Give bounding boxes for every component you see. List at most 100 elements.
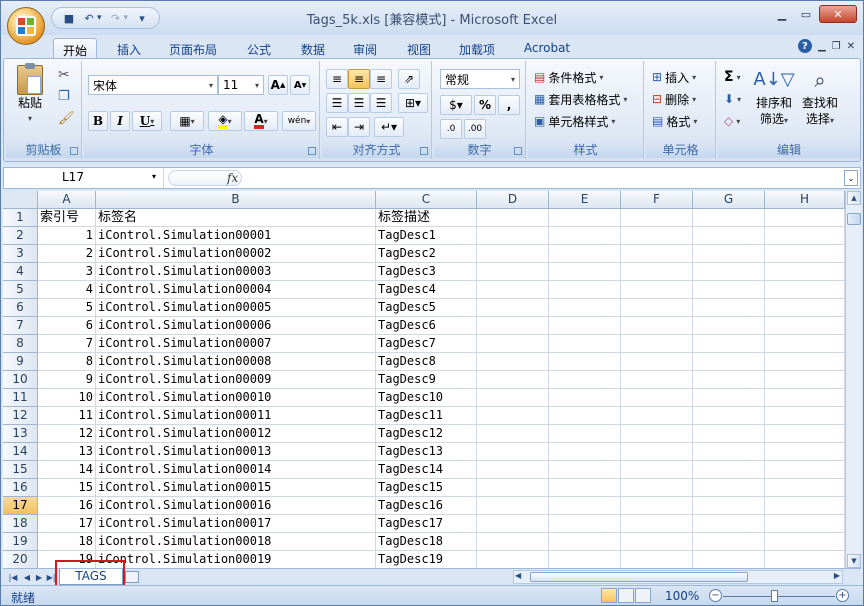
redo-dropdown-icon[interactable]: ▾ <box>124 13 129 23</box>
cell-b8[interactable]: iControl.Simulation00007 <box>96 335 376 353</box>
fill-button[interactable]: ⬇ ▾ <box>724 89 741 109</box>
cell-h10[interactable] <box>765 371 845 389</box>
cell-a16[interactable]: 15 <box>38 479 96 497</box>
cell-e11[interactable] <box>549 389 621 407</box>
cell-a17[interactable]: 16 <box>38 497 96 515</box>
tab-page-layout[interactable]: 页面布局 <box>161 38 225 59</box>
page-break-view-icon[interactable] <box>635 588 651 603</box>
cell-e3[interactable] <box>549 245 621 263</box>
cell-e5[interactable] <box>549 281 621 299</box>
doc-restore-icon[interactable]: ❐ <box>832 41 841 52</box>
column-header-h[interactable]: H <box>765 191 845 209</box>
conditional-format-button[interactable]: ▤ 条件格式 ▾ <box>534 67 603 87</box>
cell-c6[interactable]: TagDesc5 <box>376 299 477 317</box>
cell-a7[interactable]: 6 <box>38 317 96 335</box>
cell-a1[interactable]: 索引号 <box>38 209 96 227</box>
cell-h14[interactable] <box>765 443 845 461</box>
cell-d3[interactable] <box>477 245 549 263</box>
cell-c18[interactable]: TagDesc17 <box>376 515 477 533</box>
row-header[interactable]: 1 <box>3 209 38 227</box>
row-header[interactable]: 9 <box>3 353 38 371</box>
cell-f5[interactable] <box>621 281 693 299</box>
prev-sheet-icon[interactable]: ◀ <box>21 570 33 584</box>
cell-a9[interactable]: 8 <box>38 353 96 371</box>
cell-f17[interactable] <box>621 497 693 515</box>
underline-button[interactable]: U ▾ <box>132 111 162 131</box>
cell-b3[interactable]: iControl.Simulation00002 <box>96 245 376 263</box>
save-icon[interactable]: ■ <box>60 10 78 26</box>
row-header[interactable]: 12 <box>3 407 38 425</box>
cell-f10[interactable] <box>621 371 693 389</box>
cell-d10[interactable] <box>477 371 549 389</box>
borders-button[interactable]: ▦ ▾ <box>170 111 204 131</box>
cell-f1[interactable] <box>621 209 693 227</box>
cell-h12[interactable] <box>765 407 845 425</box>
tab-acrobat[interactable]: Acrobat <box>517 38 577 59</box>
font-size-combo[interactable]: 11 ▾ <box>218 75 264 95</box>
cell-g14[interactable] <box>693 443 765 461</box>
column-header-e[interactable]: E <box>549 191 621 209</box>
cell-d5[interactable] <box>477 281 549 299</box>
tab-data[interactable]: 数据 <box>291 38 335 59</box>
cell-h17[interactable] <box>765 497 845 515</box>
decrease-indent-icon[interactable]: ⇤ <box>326 117 348 137</box>
cell-f13[interactable] <box>621 425 693 443</box>
zoom-slider[interactable]: − + <box>709 589 849 603</box>
cell-c10[interactable]: TagDesc9 <box>376 371 477 389</box>
cell-e9[interactable] <box>549 353 621 371</box>
close-icon[interactable]: ✕ <box>819 5 857 23</box>
find-select-button[interactable]: ⌕ 查找和 选择▾ <box>798 65 842 129</box>
phonetic-button[interactable]: wén ▾ <box>282 111 316 131</box>
undo-dropdown-icon[interactable]: ▾ <box>97 13 102 23</box>
cell-h16[interactable] <box>765 479 845 497</box>
select-all-corner[interactable] <box>3 191 38 209</box>
increase-decimal-icon[interactable]: .0 <box>440 119 462 139</box>
cell-a8[interactable]: 7 <box>38 335 96 353</box>
cut-icon[interactable]: ✂ <box>58 67 70 83</box>
cell-d16[interactable] <box>477 479 549 497</box>
cell-d1[interactable] <box>477 209 549 227</box>
cell-d9[interactable] <box>477 353 549 371</box>
column-header-f[interactable]: F <box>621 191 693 209</box>
name-box-dropdown-icon[interactable]: ▾ <box>152 172 156 181</box>
orientation-icon[interactable]: ⇗ <box>398 69 420 89</box>
copy-icon[interactable]: ❐ <box>58 89 70 104</box>
minimize-icon[interactable]: ▁ <box>771 5 793 23</box>
vertical-scrollbar[interactable]: ▲ ▼ <box>845 191 861 568</box>
shrink-font-button[interactable]: A ▼ <box>290 75 310 95</box>
cell-d17[interactable] <box>477 497 549 515</box>
cell-b15[interactable]: iControl.Simulation00014 <box>96 461 376 479</box>
column-header-a[interactable]: A <box>38 191 96 209</box>
row-header[interactable]: 7 <box>3 317 38 335</box>
align-bottom-icon[interactable]: ≡ <box>370 69 392 89</box>
cell-a15[interactable]: 14 <box>38 461 96 479</box>
decrease-decimal-icon[interactable]: .00 <box>464 119 486 139</box>
row-header[interactable]: 19 <box>3 533 38 551</box>
row-header[interactable]: 15 <box>3 461 38 479</box>
paste-button[interactable]: 粘贴 ▾ <box>12 63 48 127</box>
cell-f11[interactable] <box>621 389 693 407</box>
cell-g5[interactable] <box>693 281 765 299</box>
column-header-d[interactable]: D <box>477 191 549 209</box>
cell-e1[interactable] <box>549 209 621 227</box>
zoom-level[interactable]: 100% <box>665 589 699 603</box>
doc-minimize-icon[interactable]: ▁ <box>818 41 826 52</box>
paste-dropdown-icon[interactable]: ▾ <box>12 111 48 127</box>
cell-g20[interactable] <box>693 551 765 568</box>
scroll-up-icon[interactable]: ▲ <box>847 191 861 205</box>
cell-e2[interactable] <box>549 227 621 245</box>
cell-a18[interactable]: 17 <box>38 515 96 533</box>
row-header[interactable]: 14 <box>3 443 38 461</box>
office-button[interactable] <box>7 7 45 45</box>
row-header[interactable]: 11 <box>3 389 38 407</box>
cell-e18[interactable] <box>549 515 621 533</box>
align-top-icon[interactable]: ≡ <box>326 69 348 89</box>
cell-a14[interactable]: 13 <box>38 443 96 461</box>
cell-b10[interactable]: iControl.Simulation00009 <box>96 371 376 389</box>
cell-e7[interactable] <box>549 317 621 335</box>
cell-h1[interactable] <box>765 209 845 227</box>
cell-e20[interactable] <box>549 551 621 568</box>
number-launcher-icon[interactable] <box>514 147 522 155</box>
cell-b4[interactable]: iControl.Simulation00003 <box>96 263 376 281</box>
cell-g18[interactable] <box>693 515 765 533</box>
